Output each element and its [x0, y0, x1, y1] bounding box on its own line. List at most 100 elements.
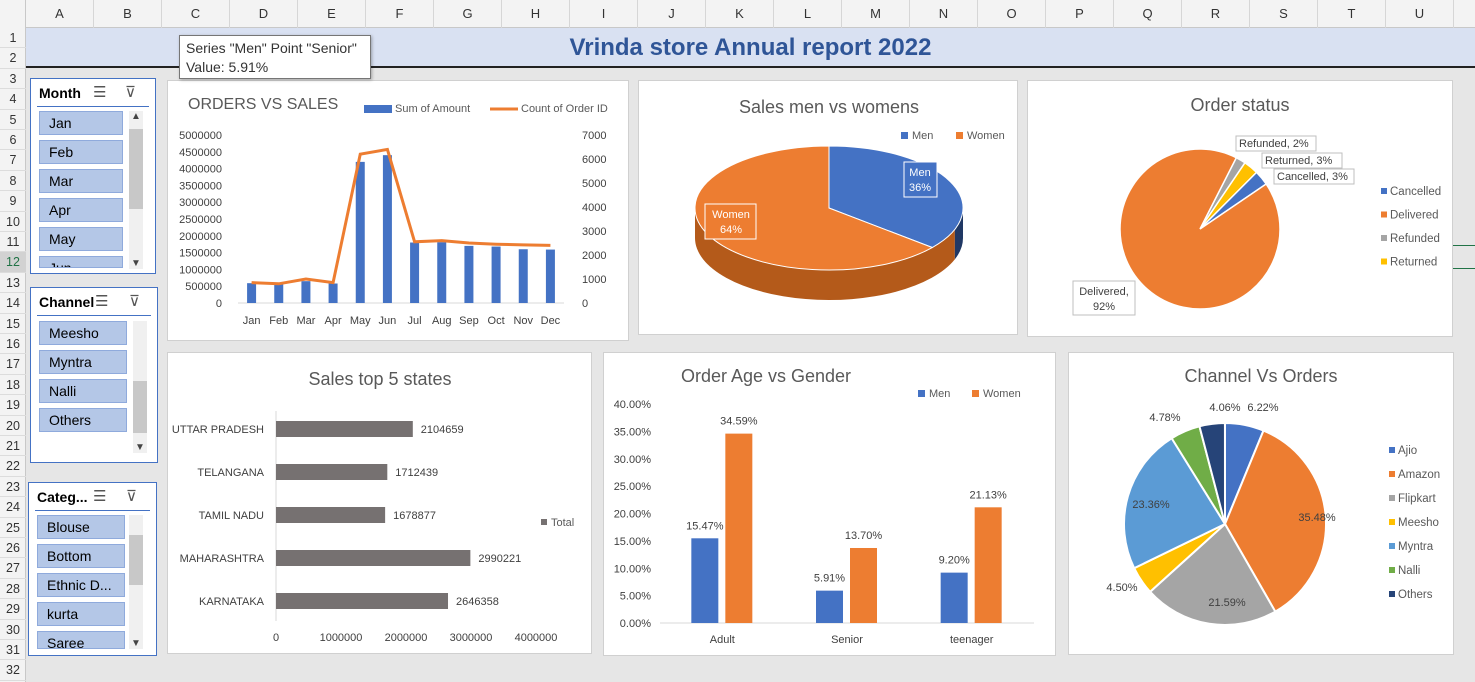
scroll-down-icon[interactable]: ▼ [129, 638, 143, 649]
scroll-thumb[interactable] [129, 535, 143, 585]
slicer-item-mar[interactable]: Mar [39, 169, 123, 193]
row-header-15[interactable]: 15 [0, 314, 26, 334]
column-header-k[interactable]: K [706, 0, 774, 28]
row-header-11[interactable]: 11 [0, 232, 26, 253]
slicer-item-bottom[interactable]: Bottom [37, 544, 125, 568]
row-header-20[interactable]: 20 [0, 416, 26, 436]
channel-slicer[interactable]: Channel ☰ ⊽ Meesho Myntra Nalli Others ▼ [30, 287, 158, 463]
select-all-corner[interactable] [0, 0, 26, 28]
slicer-item-ethnic-dress[interactable]: Ethnic D... [37, 573, 125, 597]
channel-vs-orders-chart[interactable]: Channel Vs Orders 6.22% 35.48% 21.59% 4.50% 2… [1068, 352, 1454, 655]
row-header-3[interactable]: 3 [0, 69, 26, 90]
scroll-thumb[interactable] [129, 129, 143, 209]
column-header-h[interactable]: H [502, 0, 570, 28]
row-header-28[interactable]: 28 [0, 579, 26, 600]
month-slicer[interactable]: Month ☰ ⊽ Jan Feb Mar Apr May Jun ▲ ▼ [30, 78, 156, 274]
column-header-f[interactable]: F [366, 0, 434, 28]
row-header-21[interactable]: 21 [0, 436, 26, 457]
slicer-item-others[interactable]: Others [39, 408, 127, 432]
row-header-6[interactable]: 6 [0, 130, 26, 151]
multi-select-icon[interactable]: ☰ [95, 292, 108, 310]
order-status-chart[interactable]: Order status Refunded, 2% Returned, 3% Canc… [1027, 80, 1453, 337]
data-label-cancelled: Cancelled, 3% [1277, 171, 1348, 183]
slicer-item-myntra[interactable]: Myntra [39, 350, 127, 374]
row-header-31[interactable]: 31 [0, 640, 26, 661]
column-header-r[interactable]: R [1182, 0, 1250, 28]
row-header-17[interactable]: 17 [0, 354, 26, 375]
column-header-l[interactable]: L [774, 0, 842, 28]
scroll-thumb[interactable] [133, 381, 147, 433]
slicer-scrollbar[interactable]: ▲ ▼ [129, 111, 143, 269]
column-header-m[interactable]: M [842, 0, 910, 28]
row-header-7[interactable]: 7 [0, 150, 26, 171]
slicer-item-kurta[interactable]: kurta [37, 602, 125, 626]
row-header-1[interactable]: 1 [0, 28, 26, 49]
row-header-18[interactable]: 18 [0, 375, 26, 396]
slicer-item-apr[interactable]: Apr [39, 198, 123, 222]
column-header-g[interactable]: G [434, 0, 502, 28]
slicer-item-blouse[interactable]: Blouse [37, 515, 125, 539]
clear-filter-icon[interactable]: ⊽ [125, 83, 136, 101]
row-header-16[interactable]: 16 [0, 334, 26, 355]
column-header-t[interactable]: T [1318, 0, 1386, 28]
column-header-o[interactable]: O [978, 0, 1046, 28]
column-header-p[interactable]: P [1046, 0, 1114, 28]
bar-telangana [276, 464, 388, 480]
column-header-s[interactable]: S [1250, 0, 1318, 28]
column-header-a[interactable]: A [26, 0, 94, 28]
category-slicer[interactable]: Categ... ☰ ⊽ Blouse Bottom Ethnic D... k… [28, 482, 157, 656]
orders-vs-sales-chart[interactable]: ORDERS VS SALES Sum of Amount Count of Ord… [167, 80, 629, 341]
sales-top5-states-chart[interactable]: Sales top 5 states UTTAR PRADESH 2104659 TE… [167, 352, 592, 654]
scroll-down-icon[interactable]: ▼ [129, 258, 143, 269]
slicer-item-feb[interactable]: Feb [39, 140, 123, 164]
column-header-c[interactable]: C [162, 0, 230, 28]
row-header-24[interactable]: 24 [0, 497, 26, 518]
column-header-u[interactable]: U [1386, 0, 1454, 28]
column-header-n[interactable]: N [910, 0, 978, 28]
column-header-i[interactable]: I [570, 0, 638, 28]
legend-label-cancelled: Cancelled [1390, 186, 1441, 198]
slicer-item-may[interactable]: May [39, 227, 123, 251]
y-tick-label: 2000000 [179, 231, 222, 243]
clear-filter-icon[interactable]: ⊽ [129, 292, 140, 310]
row-header-13[interactable]: 13 [0, 273, 26, 294]
row-header-9[interactable]: 9 [0, 191, 26, 212]
multi-select-icon[interactable]: ☰ [93, 83, 106, 101]
row-header-25[interactable]: 25 [0, 518, 26, 538]
row-header-12[interactable]: 12 [0, 252, 26, 273]
slicer-scrollbar[interactable]: ▼ [129, 515, 143, 649]
clear-filter-icon[interactable]: ⊽ [126, 487, 137, 505]
slicer-item-jan[interactable]: Jan [39, 111, 123, 135]
row-header-26[interactable]: 26 [0, 538, 26, 559]
row-header-19[interactable]: 19 [0, 395, 26, 416]
column-header-b[interactable]: B [94, 0, 162, 28]
row-header-29[interactable]: 29 [0, 599, 26, 620]
row-header-4[interactable]: 4 [0, 89, 26, 110]
slicer-item-jun[interactable]: Jun [39, 256, 123, 268]
row-header-32[interactable]: 32 [0, 660, 26, 681]
row-header-23[interactable]: 23 [0, 477, 26, 498]
slicer-item-saree[interactable]: Saree [37, 631, 125, 649]
tooltip-value-text: Value: 5.91% [186, 59, 269, 75]
column-header-q[interactable]: Q [1114, 0, 1182, 28]
scroll-up-icon[interactable]: ▲ [129, 111, 143, 122]
slicer-item-meesho[interactable]: Meesho [39, 321, 127, 345]
column-header-j[interactable]: J [638, 0, 706, 28]
row-header-2[interactable]: 2 [0, 48, 26, 69]
row-header-30[interactable]: 30 [0, 620, 26, 640]
sales-men-women-chart[interactable]: Sales men vs womens Men Women Men 36% Women 64… [638, 80, 1018, 335]
column-header-d[interactable]: D [230, 0, 298, 28]
slicer-item-nalli[interactable]: Nalli [39, 379, 127, 403]
row-header-5[interactable]: 5 [0, 110, 26, 130]
multi-select-icon[interactable]: ☰ [93, 487, 106, 505]
row-header-22[interactable]: 22 [0, 456, 26, 477]
column-header-e[interactable]: E [298, 0, 366, 28]
row-header-14[interactable]: 14 [0, 293, 26, 314]
scroll-down-icon[interactable]: ▼ [133, 442, 147, 453]
row-header-27[interactable]: 27 [0, 558, 26, 579]
legend-swatch-returned [1381, 258, 1387, 265]
row-header-8[interactable]: 8 [0, 171, 26, 192]
slicer-scrollbar[interactable]: ▼ [133, 321, 147, 453]
order-age-gender-chart[interactable]: Order Age vs Gender Men Women 40.00% 35.00% 3… [603, 352, 1056, 656]
row-header-10[interactable]: 10 [0, 212, 26, 232]
